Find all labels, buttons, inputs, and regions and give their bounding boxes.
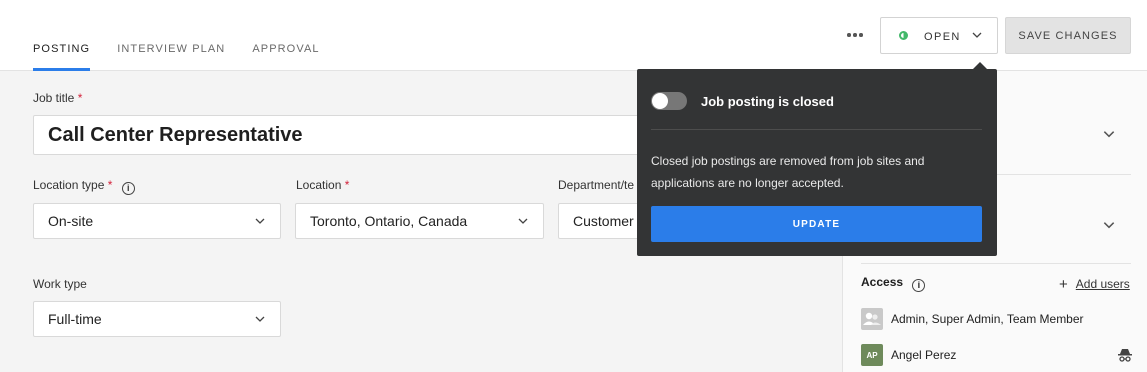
info-icon[interactable]: i [912,279,926,292]
group-icon [861,308,883,330]
incognito-icon[interactable] [1117,347,1133,363]
access-member-name: Angel Perez [891,348,957,362]
tab-approval[interactable]: APPROVAL [252,0,319,71]
chevron-down-icon [255,316,265,322]
job-title-input[interactable]: Call Center Representative [33,115,673,155]
access-member-name: Admin, Super Admin, Team Member [891,312,1084,326]
location-label: Location * [296,178,350,192]
chevron-down-icon [518,218,528,224]
toggle-knob [652,93,668,109]
info-icon[interactable]: i [121,182,135,195]
status-popover: Job posting is closed Closed job posting… [637,62,997,256]
tab-interview-plan[interactable]: INTERVIEW PLAN [117,0,225,71]
location-type-select[interactable]: On-site [33,203,281,239]
update-button[interactable]: UPDATE [651,206,982,242]
status-dropdown-button[interactable]: OPEN [880,17,998,54]
location-select[interactable]: Toronto, Ontario, Canada [295,203,544,239]
tab-bar: POSTING INTERVIEW PLAN APPROVAL [33,0,347,71]
chevron-down-icon[interactable] [1102,127,1116,141]
chevron-down-icon [972,32,982,38]
divider [861,263,1131,264]
chevron-down-icon[interactable] [1102,218,1116,232]
add-users-link[interactable]: + Add users [1059,276,1130,293]
popover-description: Closed job postings are removed from job… [651,154,925,190]
work-type-label: Work type [33,277,87,291]
status-indicator-icon [899,31,908,40]
plus-icon: + [1059,276,1068,293]
department-label: Department/te [558,178,635,192]
tab-posting[interactable]: POSTING [33,0,91,71]
status-label: OPEN [924,31,961,43]
work-type-select[interactable]: Full-time [33,301,281,337]
top-bar: POSTING INTERVIEW PLAN APPROVAL OPEN SAV… [0,0,1147,71]
divider [651,129,982,130]
avatar: AP [861,344,883,366]
popover-title: Job posting is closed [701,94,834,109]
more-horizontal-icon[interactable] [844,22,866,48]
access-title: Access i [861,275,926,292]
job-title-label: Job title * [33,91,83,105]
location-type-label: Location type * i [33,178,135,195]
chevron-down-icon [255,218,265,224]
posting-status-toggle[interactable] [651,92,687,110]
save-changes-button[interactable]: SAVE CHANGES [1005,17,1131,54]
